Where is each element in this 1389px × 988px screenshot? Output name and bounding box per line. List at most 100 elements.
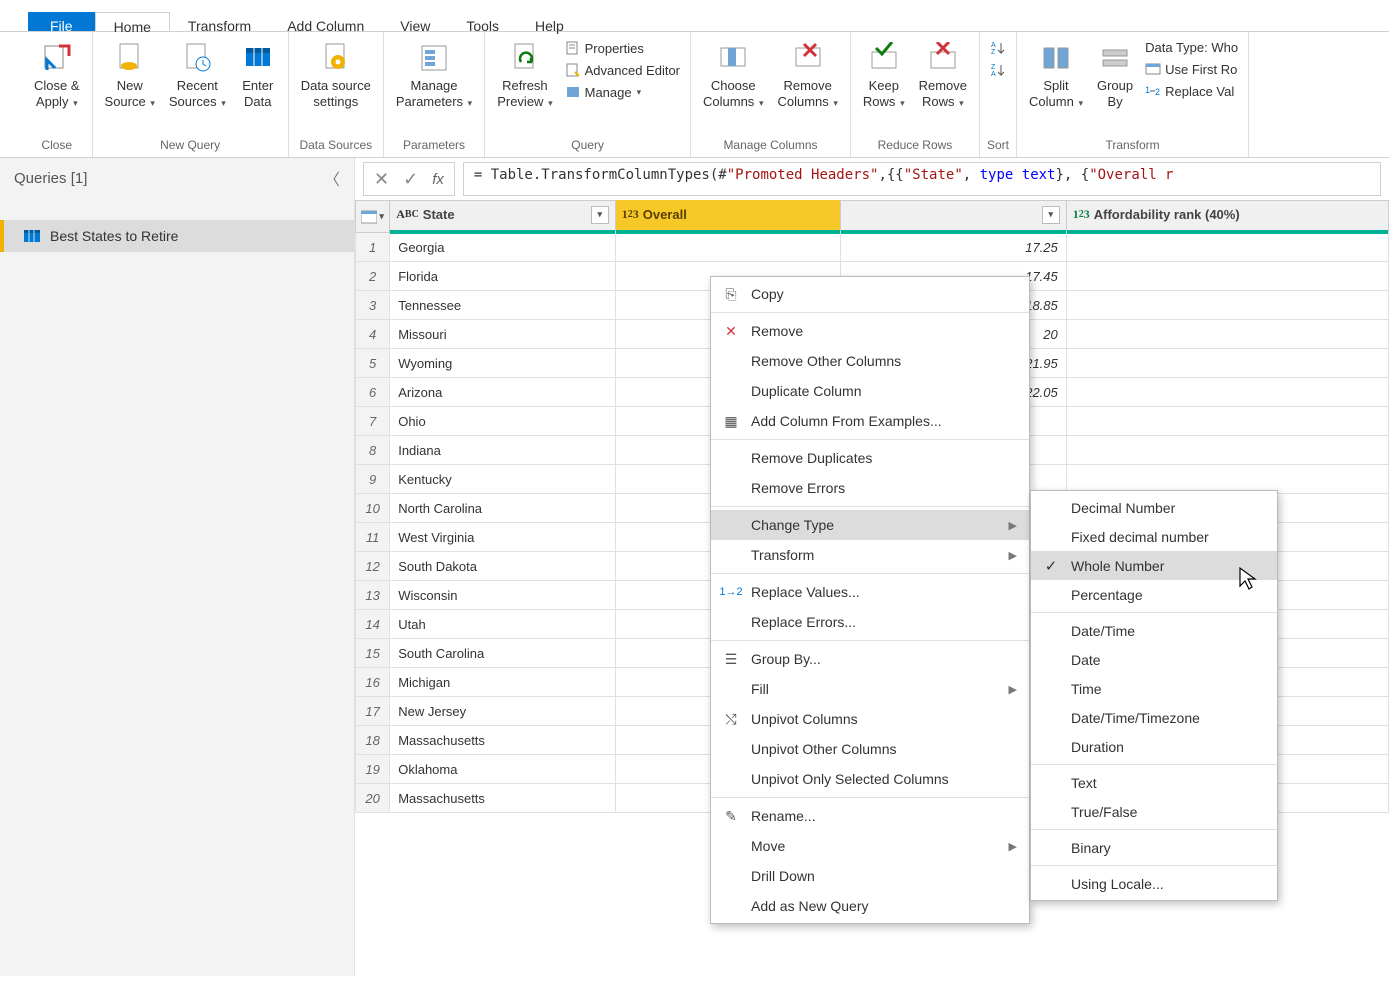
sub-duration[interactable]: Duration xyxy=(1031,732,1277,761)
data-type-dropdown[interactable]: Data Type: Who xyxy=(1141,38,1242,57)
column-header-overall[interactable]: 123Overall xyxy=(615,201,841,233)
ctx-unpivot-sel[interactable]: Unpivot Only Selected Columns xyxy=(711,764,1029,794)
cell-state[interactable]: South Carolina xyxy=(390,639,616,668)
ctx-replace-values[interactable]: 1→2Replace Values... xyxy=(711,577,1029,607)
cell-state[interactable]: Georgia xyxy=(390,233,616,262)
ctx-remove[interactable]: ✕Remove xyxy=(711,316,1029,346)
cell-state[interactable]: West Virginia xyxy=(390,523,616,552)
cell-state[interactable]: Michigan xyxy=(390,668,616,697)
ctx-fill[interactable]: Fill▶ xyxy=(711,674,1029,704)
cell-afford[interactable] xyxy=(1066,262,1388,291)
ctx-remove-errors[interactable]: Remove Errors xyxy=(711,473,1029,503)
filter-button[interactable]: ▾ xyxy=(591,206,609,224)
sub-time[interactable]: Time xyxy=(1031,674,1277,703)
menu-help[interactable]: Help xyxy=(517,12,582,31)
sort-desc-button[interactable]: ZA xyxy=(986,60,1010,80)
cancel-formula-button[interactable]: ✕ xyxy=(374,169,389,190)
ctx-transform[interactable]: Transform▶ xyxy=(711,540,1029,570)
cell-state[interactable]: Arizona xyxy=(390,378,616,407)
ctx-remove-dupes[interactable]: Remove Duplicates xyxy=(711,443,1029,473)
menu-home[interactable]: Home xyxy=(95,12,170,31)
query-item[interactable]: Best States to Retire xyxy=(0,220,354,252)
column-header-state[interactable]: ABCState▾ xyxy=(390,201,616,233)
menu-file[interactable]: File xyxy=(28,12,95,31)
data-source-settings-button[interactable]: Data source settings xyxy=(295,38,377,115)
cell-state[interactable]: Massachusetts xyxy=(390,726,616,755)
menu-tools[interactable]: Tools xyxy=(448,12,517,31)
remove-columns-button[interactable]: Remove Columns ▾ xyxy=(771,38,843,115)
accept-formula-button[interactable]: ✓ xyxy=(403,169,418,190)
replace-values-button[interactable]: 12Replace Val xyxy=(1141,81,1242,101)
cell-afford[interactable] xyxy=(1066,320,1388,349)
cell-overall[interactable] xyxy=(615,233,841,262)
sub-tf[interactable]: True/False xyxy=(1031,797,1277,826)
sub-percent[interactable]: Percentage xyxy=(1031,580,1277,609)
ctx-group-by[interactable]: ☰Group By... xyxy=(711,644,1029,674)
keep-rows-button[interactable]: Keep Rows ▾ xyxy=(857,38,911,115)
ctx-copy[interactable]: ⎘Copy xyxy=(711,279,1029,309)
split-column-button[interactable]: Split Column ▾ xyxy=(1023,38,1089,115)
cell-state[interactable]: Wisconsin xyxy=(390,581,616,610)
column-header-affordability[interactable]: 123Affordability rank (40%) xyxy=(1066,201,1388,233)
sub-binary[interactable]: Binary xyxy=(1031,833,1277,862)
cell-state[interactable]: Oklahoma xyxy=(390,755,616,784)
ctx-remove-other[interactable]: Remove Other Columns xyxy=(711,346,1029,376)
enter-data-button[interactable]: Enter Data xyxy=(234,38,282,115)
ctx-duplicate[interactable]: Duplicate Column xyxy=(711,376,1029,406)
cell-afford[interactable] xyxy=(1066,233,1388,262)
group-by-button[interactable]: Group By xyxy=(1091,38,1139,115)
use-first-row-button[interactable]: Use First Ro xyxy=(1141,59,1242,79)
cell-state[interactable]: North Carolina xyxy=(390,494,616,523)
properties-button[interactable]: Properties xyxy=(561,38,684,58)
select-all-corner[interactable]: ▾ xyxy=(356,201,390,233)
cell-afford[interactable] xyxy=(1066,349,1388,378)
cell-state[interactable]: Kentucky xyxy=(390,465,616,494)
cell-afford[interactable] xyxy=(1066,378,1388,407)
cell-state[interactable]: Florida xyxy=(390,262,616,291)
cell-state[interactable]: South Dakota xyxy=(390,552,616,581)
cell-afford[interactable] xyxy=(1066,407,1388,436)
cell-afford[interactable] xyxy=(1066,291,1388,320)
sub-text[interactable]: Text xyxy=(1031,768,1277,797)
manage-button[interactable]: Manage ▾ xyxy=(561,82,684,102)
cell-state[interactable]: Wyoming xyxy=(390,349,616,378)
ctx-rename[interactable]: ✎Rename... xyxy=(711,801,1029,831)
menu-add-column[interactable]: Add Column xyxy=(269,12,382,31)
new-source-button[interactable]: New Source ▾ xyxy=(99,38,161,115)
menu-transform[interactable]: Transform xyxy=(170,12,269,31)
close-apply-button[interactable]: Close & Apply ▾ xyxy=(28,38,86,115)
ctx-drill[interactable]: Drill Down xyxy=(711,861,1029,891)
ctx-add-query[interactable]: Add as New Query xyxy=(711,891,1029,921)
table-row[interactable]: 1 Georgia 17.25 xyxy=(356,233,1389,262)
sub-whole[interactable]: ✓Whole Number xyxy=(1031,551,1277,580)
remove-rows-button[interactable]: Remove Rows ▾ xyxy=(913,38,973,115)
cell-state[interactable]: Tennessee xyxy=(390,291,616,320)
ctx-unpivot[interactable]: ⤭Unpivot Columns xyxy=(711,704,1029,734)
ctx-unpivot-other[interactable]: Unpivot Other Columns xyxy=(711,734,1029,764)
cell-afford[interactable] xyxy=(1066,436,1388,465)
ctx-change-type[interactable]: Change Type▶ xyxy=(711,510,1029,540)
sub-date[interactable]: Date xyxy=(1031,645,1277,674)
collapse-queries-button[interactable]: 〈 xyxy=(324,166,340,190)
ctx-add-examples[interactable]: ▦Add Column From Examples... xyxy=(711,406,1029,436)
menu-view[interactable]: View xyxy=(382,12,448,31)
cell-score[interactable]: 17.25 xyxy=(841,233,1067,262)
sub-decimal[interactable]: Decimal Number xyxy=(1031,493,1277,522)
cell-state[interactable]: Ohio xyxy=(390,407,616,436)
refresh-preview-button[interactable]: Refresh Preview ▾ xyxy=(491,38,558,115)
cell-state[interactable]: Missouri xyxy=(390,320,616,349)
cell-state[interactable]: Utah xyxy=(390,610,616,639)
cell-state[interactable]: Indiana xyxy=(390,436,616,465)
recent-sources-button[interactable]: Recent Sources ▾ xyxy=(163,38,232,115)
ctx-move[interactable]: Move▶ xyxy=(711,831,1029,861)
sub-dtz[interactable]: Date/Time/Timezone xyxy=(1031,703,1277,732)
ctx-replace-errors[interactable]: Replace Errors... xyxy=(711,607,1029,637)
formula-bar[interactable]: = Table.TransformColumnTypes(#"Promoted … xyxy=(463,162,1381,196)
manage-parameters-button[interactable]: Manage Parameters ▾ xyxy=(390,38,478,115)
choose-columns-button[interactable]: Choose Columns ▾ xyxy=(697,38,769,115)
column-header-score[interactable]: ▾ xyxy=(841,201,1067,233)
cell-state[interactable]: New Jersey xyxy=(390,697,616,726)
sub-datetime[interactable]: Date/Time xyxy=(1031,616,1277,645)
advanced-editor-button[interactable]: Advanced Editor xyxy=(561,60,684,80)
sub-fixed[interactable]: Fixed decimal number xyxy=(1031,522,1277,551)
